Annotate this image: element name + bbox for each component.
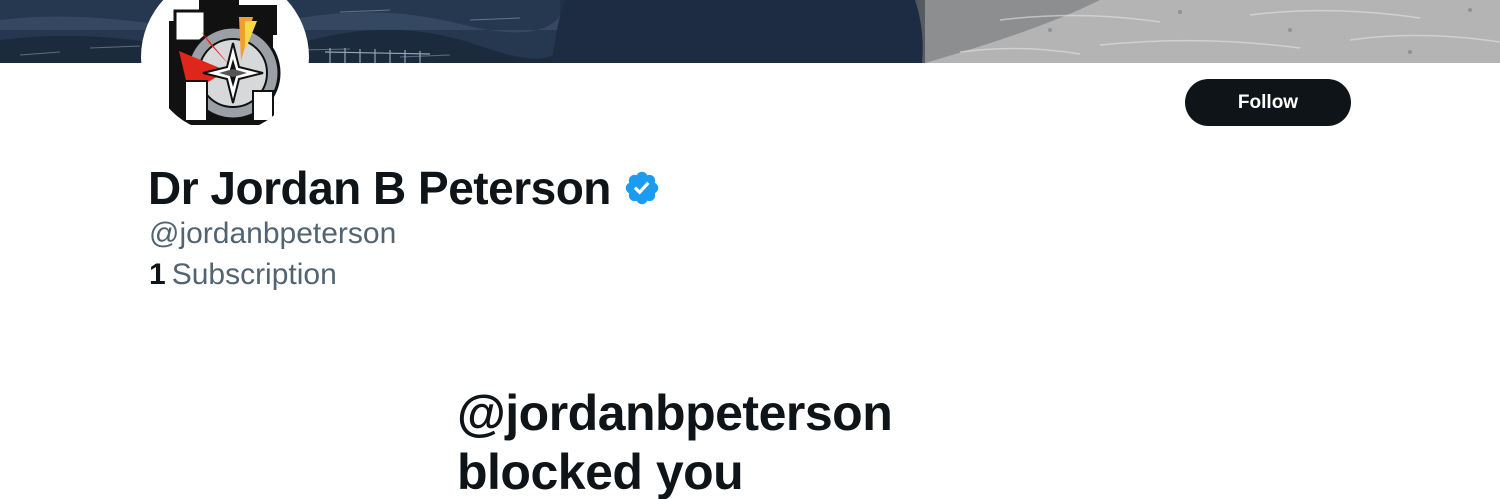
follow-button[interactable]: Follow	[1185, 79, 1351, 126]
subscription-label: Subscription	[171, 258, 337, 291]
blocked-notice: @jordanbpeterson blocked you	[457, 384, 1157, 499]
avatar[interactable]	[141, 0, 309, 141]
profile-handle: @jordanbpeterson	[149, 217, 397, 250]
verified-badge-icon[interactable]	[623, 169, 661, 207]
subscription-count: 1	[149, 258, 166, 291]
profile-page: Follow Dr Jordan B Peterson @jordanbpete…	[0, 0, 1500, 499]
avatar-image	[149, 0, 301, 133]
blocked-notice-handle: @jordanbpeterson	[457, 385, 893, 441]
compass-logo-icon	[149, 0, 301, 133]
display-name: Dr Jordan B Peterson	[148, 162, 611, 214]
subscriptions-link[interactable]: 1 Subscription	[149, 255, 337, 295]
blocked-notice-text: blocked you	[457, 444, 744, 499]
profile-name-row: Dr Jordan B Peterson	[148, 160, 661, 216]
